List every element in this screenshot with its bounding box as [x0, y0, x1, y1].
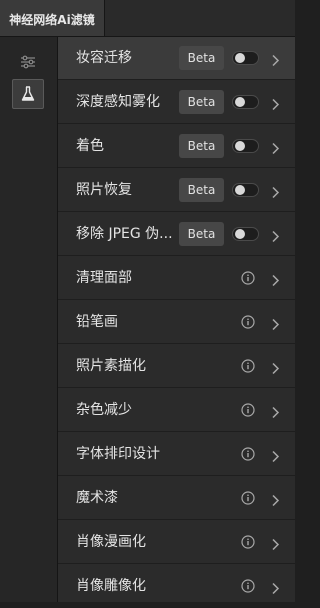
- beta-badge: Beta: [179, 90, 224, 114]
- info-icon[interactable]: [241, 579, 255, 593]
- filter-label: 肖像漫画化: [76, 534, 146, 550]
- beta-badge: Beta: [179, 134, 224, 158]
- filter-row[interactable]: 魔术漆: [58, 477, 295, 520]
- info-icon[interactable]: [241, 271, 255, 285]
- chevron-right-icon[interactable]: [270, 140, 280, 155]
- filter-toggle[interactable]: [232, 183, 259, 197]
- chevron-right-icon[interactable]: [270, 272, 280, 287]
- filter-label: 着色: [76, 138, 104, 154]
- chevron-right-icon[interactable]: [270, 360, 280, 375]
- filter-row[interactable]: 移除 JPEG 伪... Beta: [58, 213, 295, 256]
- filter-row[interactable]: 深度感知雾化 Beta: [58, 81, 295, 124]
- filter-row[interactable]: 肖像漫画化: [58, 521, 295, 564]
- beta-badge: Beta: [179, 222, 224, 246]
- info-icon[interactable]: [241, 359, 255, 373]
- sliders-icon[interactable]: [12, 47, 44, 77]
- filter-label: 杂色减少: [76, 402, 132, 418]
- chevron-right-icon[interactable]: [270, 316, 280, 331]
- info-icon[interactable]: [241, 447, 255, 461]
- filter-row[interactable]: 清理面部: [58, 257, 295, 300]
- chevron-right-icon[interactable]: [270, 404, 280, 419]
- filter-label: 字体排印设计: [76, 446, 160, 462]
- filter-label: 照片恢复: [76, 182, 132, 198]
- filter-row[interactable]: 妆容迁移 Beta: [58, 37, 295, 80]
- filter-row[interactable]: 照片素描化: [58, 345, 295, 388]
- filter-row[interactable]: 字体排印设计: [58, 433, 295, 476]
- chevron-right-icon[interactable]: [270, 96, 280, 111]
- filter-toggle[interactable]: [232, 227, 259, 241]
- filter-row[interactable]: 铅笔画: [58, 301, 295, 344]
- info-icon[interactable]: [241, 315, 255, 329]
- filter-label: 深度感知雾化: [76, 94, 160, 110]
- filter-label: 移除 JPEG 伪...: [76, 226, 173, 242]
- filter-row[interactable]: 杂色减少: [58, 389, 295, 432]
- filter-toggle[interactable]: [232, 51, 259, 65]
- filter-label: 铅笔画: [76, 314, 118, 330]
- filter-category-rail: [0, 37, 58, 602]
- panel-tab-bar: 神经网络Ai滤镜: [0, 0, 295, 37]
- filter-label: 魔术漆: [76, 490, 118, 506]
- filter-row[interactable]: 照片恢复 Beta: [58, 169, 295, 212]
- filter-label: 妆容迁移: [76, 50, 132, 66]
- chevron-right-icon[interactable]: [270, 228, 280, 243]
- chevron-right-icon[interactable]: [270, 536, 280, 551]
- chevron-right-icon[interactable]: [270, 448, 280, 463]
- filter-row[interactable]: 着色 Beta: [58, 125, 295, 168]
- beta-badge: Beta: [179, 46, 224, 70]
- filter-label: 清理面部: [76, 270, 132, 286]
- info-icon[interactable]: [241, 491, 255, 505]
- flask-icon[interactable]: [12, 79, 44, 109]
- chevron-right-icon[interactable]: [270, 492, 280, 507]
- chevron-right-icon[interactable]: [270, 184, 280, 199]
- info-icon[interactable]: [241, 535, 255, 549]
- filter-toggle[interactable]: [232, 95, 259, 109]
- info-icon[interactable]: [241, 403, 255, 417]
- tab-neural-filters[interactable]: 神经网络Ai滤镜: [0, 0, 105, 36]
- filter-toggle[interactable]: [232, 139, 259, 153]
- filter-label: 照片素描化: [76, 358, 146, 374]
- chevron-right-icon[interactable]: [270, 580, 280, 595]
- neural-filter-list: 妆容迁移 Beta 深度感知雾化 Beta 着色 Beta 照片恢复 Beta 移除 JPEG …: [58, 37, 295, 608]
- chevron-right-icon[interactable]: [270, 52, 280, 67]
- beta-badge: Beta: [179, 178, 224, 202]
